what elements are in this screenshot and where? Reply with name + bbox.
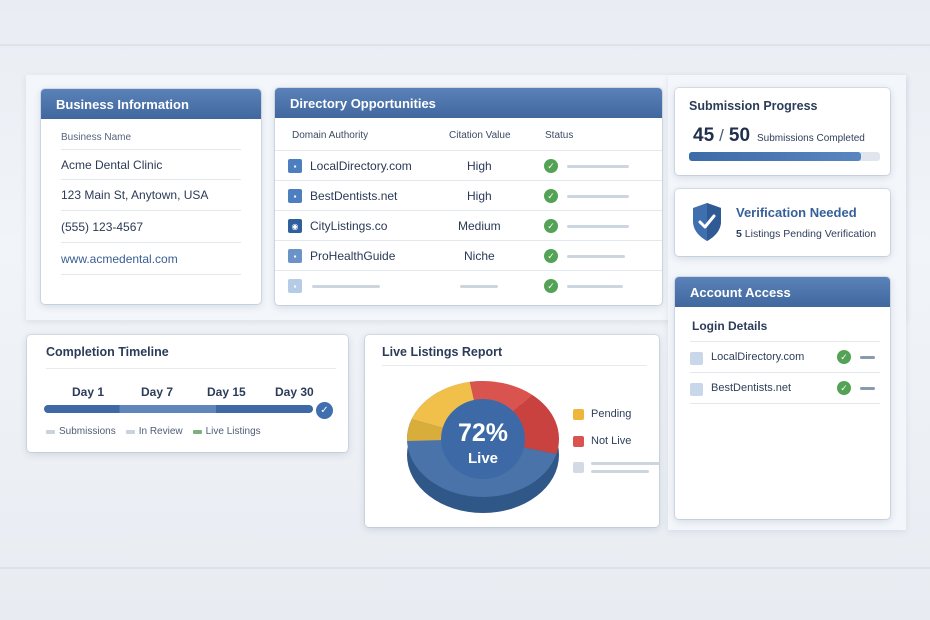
- site-favicon-icon: ▪: [288, 159, 302, 173]
- business-phone-value: (555) 123-4567: [61, 219, 144, 234]
- directory-row-value: Niche: [464, 249, 495, 263]
- verification-caption: Listings Pending Verification: [744, 228, 877, 240]
- directory-row-name: BestDentists.net: [310, 189, 398, 203]
- login-status-bar: [860, 387, 875, 390]
- submission-caption: Submissions Completed: [757, 133, 865, 144]
- legend-pending-swatch: [573, 408, 584, 420]
- site-favicon-icon: ▪: [288, 279, 302, 293]
- site-favicon-icon: ▪: [288, 249, 302, 263]
- business-name-label: Business Name: [61, 132, 132, 143]
- directory-row[interactable]: ▪ BestDentists.net High ✓: [275, 181, 662, 211]
- submission-progress-track: [689, 152, 880, 161]
- status-bar: [567, 255, 625, 258]
- login-item[interactable]: BestDentists.net ✓: [690, 373, 880, 404]
- directory-column-headers: Domain Authority Citation Value Status: [275, 118, 662, 151]
- top-divider: [0, 44, 930, 46]
- submission-progress-card: Submission Progress 45 / 50 Submissions …: [675, 88, 890, 175]
- directory-title: Directory Opportunities: [290, 95, 436, 111]
- live-listings-donut-chart: 72% Live: [407, 381, 559, 513]
- timeline-day-15: Day 15: [207, 385, 246, 399]
- login-item-name: LocalDirectory.com: [711, 351, 805, 363]
- directory-row-value: High: [467, 159, 492, 173]
- site-favicon-icon: ◉: [288, 219, 302, 233]
- timeline-complete-check-icon: ✓: [316, 402, 333, 419]
- legend-placeholder: [573, 462, 659, 473]
- verification-card[interactable]: Verification Needed 5 Listings Pending V…: [675, 189, 890, 256]
- donut-center-label: Live: [468, 450, 498, 467]
- check-circle-icon: ✓: [544, 219, 558, 233]
- directory-card: Directory Opportunities Domain Authority…: [275, 88, 662, 305]
- status-bar: [567, 165, 629, 168]
- timeline-legend-live: Live Listings: [192, 426, 261, 437]
- submission-total: 50: [728, 125, 751, 146]
- column-status: Status: [545, 130, 574, 141]
- submission-separator: /: [719, 126, 724, 145]
- verification-title: Verification Needed: [736, 205, 857, 220]
- check-circle-icon: ✓: [544, 279, 558, 293]
- legend-pending: Pending: [573, 408, 659, 420]
- legend-not-live: Not Live: [573, 435, 659, 447]
- submission-progress-fill: [689, 152, 861, 161]
- directory-row-name: ProHealthGuide: [310, 249, 396, 263]
- business-info-title: Business Information: [56, 96, 189, 112]
- site-favicon-icon: [690, 383, 703, 396]
- directory-row[interactable]: ▪ ProHealthGuide Niche ✓: [275, 241, 662, 271]
- report-title: Live Listings Report: [382, 345, 503, 359]
- check-circle-icon: ✓: [544, 249, 558, 263]
- bottom-divider: [0, 567, 930, 569]
- directory-row-name: LocalDirectory.com: [310, 159, 412, 173]
- legend-not-live-swatch: [573, 435, 584, 447]
- timeline-legend-in-review: In Review: [125, 426, 183, 437]
- timeline-title: Completion Timeline: [46, 345, 169, 359]
- timeline-divider: [46, 368, 336, 369]
- directory-header: Directory Opportunities: [275, 88, 662, 118]
- check-circle-icon: ✓: [544, 189, 558, 203]
- timeline-day-7: Day 7: [141, 385, 174, 399]
- directory-row[interactable]: ▪ LocalDirectory.com High ✓: [275, 151, 662, 181]
- login-item-name: BestDentists.net: [711, 382, 792, 394]
- submission-done: 45: [693, 125, 715, 146]
- live-listings-report-card: Live Listings Report 72% Live Pending No…: [365, 335, 659, 527]
- business-name-value: Acme Dental Clinic: [61, 157, 163, 172]
- completion-timeline-card: Completion Timeline Day 1 Day 7 Day 15 D…: [27, 335, 348, 452]
- business-address-value: 123 Main St, Anytown, USA: [61, 188, 209, 202]
- directory-row[interactable]: ◉ CityListings.co Medium ✓: [275, 211, 662, 241]
- report-divider: [382, 365, 647, 366]
- check-circle-icon: ✓: [837, 350, 851, 364]
- check-circle-icon: ✓: [837, 381, 851, 395]
- site-favicon-icon: [690, 352, 703, 365]
- directory-row-value: Medium: [458, 219, 501, 233]
- directory-row-name: CityListings.co: [310, 219, 388, 233]
- account-access-title: Account Access: [690, 284, 791, 300]
- placeholder-bar: [312, 285, 380, 288]
- business-info-header: Business Information: [41, 89, 261, 119]
- column-domain-authority: Domain Authority: [292, 130, 369, 141]
- login-item[interactable]: LocalDirectory.com ✓: [690, 342, 880, 373]
- directory-row-placeholder: ▪ ✓: [275, 271, 662, 301]
- status-bar: [567, 195, 629, 198]
- status-bar: [567, 225, 629, 228]
- timeline-day-30: Day 30: [275, 385, 314, 399]
- site-favicon-icon: ▪: [288, 189, 302, 203]
- timeline-day-1: Day 1: [72, 385, 105, 399]
- timeline-track: [44, 405, 313, 413]
- directory-row-value: High: [467, 189, 492, 203]
- placeholder-bar: [460, 285, 498, 288]
- account-access-card: Account Access Login Details LocalDirect…: [675, 277, 890, 519]
- business-info-card: Business Information Business Name Acme …: [41, 89, 261, 304]
- shield-check-icon: [693, 203, 721, 241]
- submission-title: Submission Progress: [689, 99, 818, 113]
- status-bar: [567, 285, 623, 288]
- login-details-label: Login Details: [692, 319, 768, 333]
- login-status-bar: [860, 356, 875, 359]
- check-circle-icon: ✓: [544, 159, 558, 173]
- timeline-legend-submissions: Submissions: [46, 426, 116, 437]
- column-citation-value: Citation Value: [449, 130, 511, 141]
- donut-center-value: 72%: [458, 419, 508, 447]
- business-website-link[interactable]: www.acmedental.com: [61, 252, 178, 266]
- account-access-header: Account Access: [675, 277, 890, 307]
- verification-count: 5: [736, 228, 742, 240]
